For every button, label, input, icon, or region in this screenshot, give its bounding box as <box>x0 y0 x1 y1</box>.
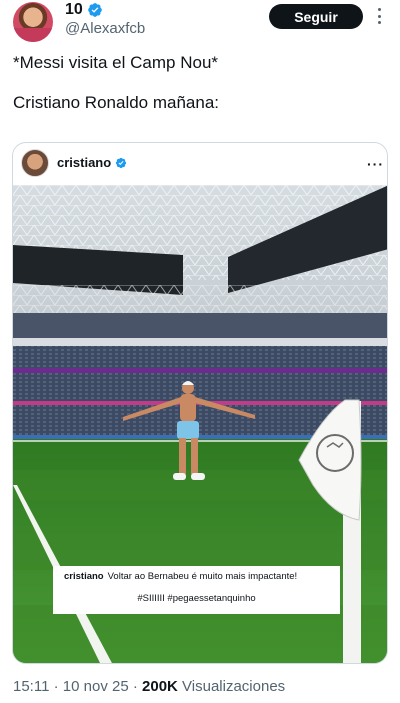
caption-username: cristiano <box>64 571 104 582</box>
tweet-text: *Messi visita el Camp Nou* Cristiano Ron… <box>13 52 393 114</box>
tweet-text-line-1: *Messi visita el Camp Nou* <box>13 53 219 72</box>
pitch-stripe-2 <box>13 530 387 570</box>
avatar-shirt <box>13 28 53 42</box>
caption-line: cristiano Voltar ao Bernabeu é muito mais… <box>64 571 297 582</box>
author-name-row[interactable]: 10 <box>65 1 103 19</box>
avatar[interactable] <box>13 2 53 42</box>
middle-tier <box>13 346 387 368</box>
led-ribbon-1 <box>13 368 387 373</box>
verified-badge-icon <box>87 3 102 17</box>
embedded-post-header: cristiano ··· <box>13 143 387 185</box>
embedded-avatar <box>21 149 49 177</box>
lower-truss <box>13 285 387 315</box>
lower-tier-upper <box>13 373 387 401</box>
author-handle[interactable]: @Alexaxfcb <box>65 20 145 37</box>
tweet-meta: 15:11 · 10 nov 25 · 200K Visualizaciones <box>13 678 285 695</box>
display-name[interactable]: 10 <box>65 1 83 19</box>
caption-hashtags: #SIIIIII #pegaessetanquinho <box>137 593 256 604</box>
follow-button[interactable]: Seguir <box>269 4 363 29</box>
embedded-verified-icon <box>116 157 127 168</box>
media-card[interactable]: cristiano ··· cristiano Voltar ao Bernab… <box>12 142 388 664</box>
tweet-text-line-2: Cristiano Ronaldo mañana: <box>13 93 220 112</box>
caption-text: Voltar ao Bernabeu é muito mais impactan… <box>107 571 298 582</box>
views-count: 200K <box>142 678 178 695</box>
more-options-icon[interactable] <box>370 6 388 26</box>
tweet-time[interactable]: 15:11 <box>13 678 49 695</box>
views-label: Visualizaciones <box>182 678 286 695</box>
tier-ring-1 <box>13 338 387 346</box>
embedded-caption: cristiano Voltar ao Bernabeu é muito mais… <box>53 566 340 614</box>
embedded-more-icon: ··· <box>367 156 384 172</box>
tweet-header: 10 @Alexaxfcb Seguir <box>0 0 400 48</box>
embedded-username-row: cristiano <box>57 155 127 170</box>
meta-separator-2: · <box>132 678 138 695</box>
tweet-date[interactable]: 10 nov 25 <box>63 678 129 695</box>
meta-separator-1: · <box>53 678 59 695</box>
embedded-username: cristiano <box>57 155 112 170</box>
upper-tier <box>13 313 387 338</box>
